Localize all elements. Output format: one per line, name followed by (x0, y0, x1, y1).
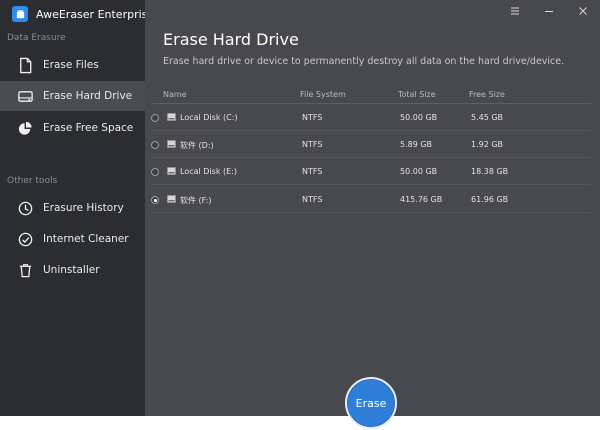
internet-icon (16, 230, 34, 248)
app-title: AweEraser Enterprise (36, 7, 155, 21)
column-header-file-system: File System (300, 90, 346, 99)
nav-label: Erase Hard Drive (43, 90, 133, 102)
drive-free-size: 5.45 GB (471, 113, 504, 122)
section-label-data-erasure: Data Erasure (7, 33, 66, 43)
trash-icon (16, 261, 34, 279)
minimize-icon (545, 11, 553, 12)
nav-label: Uninstaller (43, 264, 100, 276)
erase-button[interactable]: Erase (345, 377, 397, 429)
page-title: Erase Hard Drive (163, 30, 299, 49)
drive-name: Local Disk (E:) (180, 167, 237, 176)
main-panel: Erase Hard Drive Erase hard drive or dev… (145, 0, 600, 429)
drive-total-size: 50.00 GB (400, 113, 438, 122)
drive-row-f[interactable]: 软件 (F:) NTFS 415.76 GB 61.96 GB (151, 187, 591, 213)
drive-free-size: 18.38 GB (471, 167, 509, 176)
pie-icon (16, 119, 34, 137)
column-header-total-size: Total Size (398, 90, 436, 99)
app-title-bar: AweEraser Enterprise (12, 4, 154, 24)
file-icon (16, 56, 34, 74)
drive-radio[interactable] (151, 141, 159, 149)
app-window: AweEraser Enterprise Data Erasure Erase … (0, 0, 600, 429)
hard-drive-icon (16, 87, 34, 105)
drive-row-d[interactable]: 软件 (D:) NTFS 5.89 GB 1.92 GB (151, 132, 591, 158)
drive-name: Local Disk (C:) (180, 113, 238, 122)
drive-file-system: NTFS (302, 167, 323, 176)
drive-file-system: NTFS (302, 195, 323, 204)
disk-icon (167, 113, 176, 121)
drive-name: 软件 (F:) (180, 196, 212, 205)
drive-free-size: 61.96 GB (471, 195, 509, 204)
page-subtitle: Erase hard drive or device to permanentl… (163, 56, 565, 67)
nav-item-uninstaller[interactable]: Uninstaller (0, 255, 145, 285)
nav-label: Erasure History (43, 202, 124, 214)
nav-item-internet-cleaner[interactable]: Internet Cleaner (0, 224, 145, 254)
menu-icon (511, 7, 519, 15)
menu-button[interactable] (508, 3, 522, 19)
close-button[interactable] (576, 3, 590, 19)
bottom-strip (0, 416, 600, 430)
disk-icon (167, 167, 176, 175)
minimize-button[interactable] (542, 3, 556, 19)
nav-item-erase-files[interactable]: Erase Files (0, 50, 145, 80)
drive-radio-selected[interactable] (151, 196, 159, 204)
drive-total-size: 5.89 GB (400, 140, 433, 149)
app-logo-icon (12, 6, 28, 22)
drive-radio[interactable] (151, 168, 159, 176)
drive-radio[interactable] (151, 114, 159, 122)
section-label-other-tools: Other tools (7, 176, 58, 186)
nav-item-erasure-history[interactable]: Erasure History (0, 193, 145, 223)
drive-row-e[interactable]: Local Disk (E:) NTFS 50.00 GB 18.38 GB (151, 159, 591, 185)
drive-name: 软件 (D:) (180, 141, 214, 150)
drive-free-size: 1.92 GB (471, 140, 504, 149)
nav-label: Erase Files (43, 59, 99, 71)
drive-file-system: NTFS (302, 140, 323, 149)
close-icon (579, 7, 587, 15)
history-icon (16, 199, 34, 217)
disk-icon (167, 195, 176, 203)
drive-file-system: NTFS (302, 113, 323, 122)
disk-icon (167, 140, 176, 148)
column-header-name: Name (163, 90, 187, 99)
nav-item-erase-hard-drive[interactable]: Erase Hard Drive (0, 81, 145, 111)
sidebar: AweEraser Enterprise Data Erasure Erase … (0, 0, 154, 416)
column-header-free-size: Free Size (469, 90, 505, 99)
nav-label: Internet Cleaner (43, 233, 129, 245)
nav-label: Erase Free Space (43, 122, 134, 134)
drive-table-header: Name File System Total Size Free Size (151, 88, 591, 104)
drive-total-size: 50.00 GB (400, 167, 438, 176)
nav-item-erase-free-space[interactable]: Erase Free Space (0, 113, 145, 143)
window-controls (508, 3, 590, 19)
drive-row-c[interactable]: Local Disk (C:) NTFS 50.00 GB 5.45 GB (151, 105, 591, 131)
drive-total-size: 415.76 GB (400, 195, 443, 204)
